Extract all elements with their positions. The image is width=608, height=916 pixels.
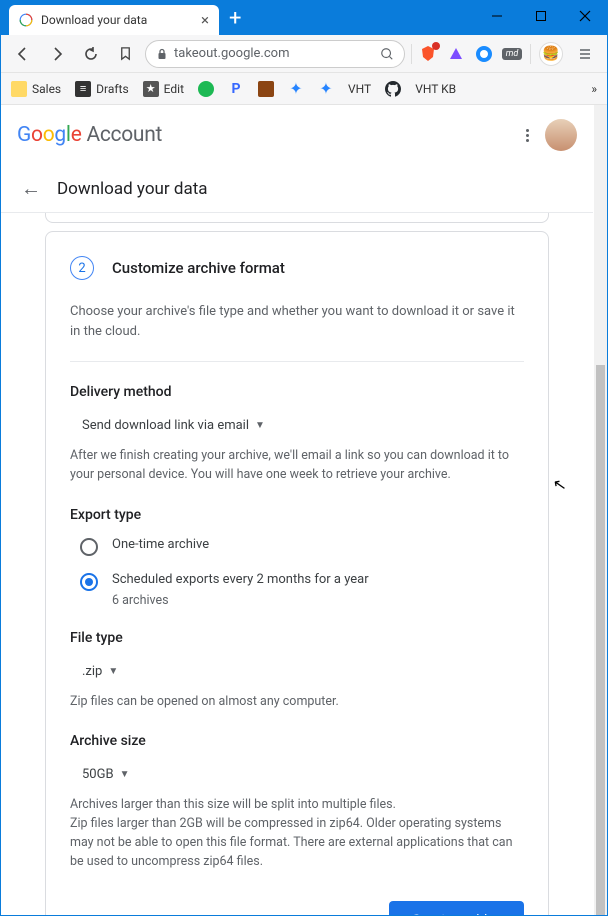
filetype-dropdown[interactable]: .zip ▼ <box>70 660 120 683</box>
header-menu-icon[interactable] <box>526 129 529 142</box>
previous-card-edge <box>45 213 549 223</box>
extension-triangle-icon[interactable] <box>446 44 466 64</box>
back-arrow-icon[interactable]: ← <box>21 176 41 201</box>
browser-menu-button[interactable] <box>571 40 599 68</box>
google-favicon <box>19 13 33 27</box>
delivery-help: After we finish creating your archive, w… <box>70 447 524 485</box>
close-window-button[interactable] <box>563 1 607 31</box>
create-archive-button[interactable]: Create archive <box>389 901 524 915</box>
radio-one-time[interactable]: One-time archive <box>80 537 524 556</box>
zoom-icon[interactable] <box>380 47 394 61</box>
bookmark-drafts[interactable]: ≡Drafts <box>75 81 129 97</box>
card-description: Choose your archive's file type and whet… <box>70 302 524 362</box>
bookmark-github[interactable] <box>385 81 401 97</box>
delivery-section: Delivery method Send download link via e… <box>70 384 524 485</box>
address-bar[interactable]: takeout.google.com <box>145 40 405 68</box>
bookmark-spotify[interactable] <box>198 81 214 97</box>
scrollbar-track[interactable] <box>594 105 607 915</box>
google-header: Google Account <box>1 105 593 165</box>
bookmark-sales[interactable]: Sales <box>11 81 61 97</box>
new-tab-button[interactable]: + <box>219 4 251 33</box>
delivery-label: Delivery method <box>70 384 524 400</box>
size-help: Archives larger than this size will be s… <box>70 796 524 871</box>
url-text: takeout.google.com <box>174 46 374 61</box>
bookmark-overflow[interactable]: » <box>591 82 597 96</box>
size-section: Archive size 50GB ▼ Archives larger than… <box>70 733 524 871</box>
bookmark-confluence2[interactable]: ✦ <box>318 81 334 97</box>
close-tab-icon[interactable]: × <box>201 11 209 29</box>
size-dropdown[interactable]: 50GB ▼ <box>70 763 131 786</box>
chevron-down-icon: ▼ <box>108 666 118 677</box>
filetype-label: File type <box>70 630 524 646</box>
export-label: Export type <box>70 507 524 523</box>
scrollbar-thumb[interactable] <box>596 365 605 915</box>
bookmark-icon[interactable] <box>111 40 139 68</box>
chevron-down-icon: ▼ <box>120 769 130 780</box>
delivery-dropdown[interactable]: Send download link via email ▼ <box>70 414 267 437</box>
tab-title: Download your data <box>41 13 147 27</box>
step-number: 2 <box>70 256 94 280</box>
reload-button[interactable] <box>77 40 105 68</box>
filetype-help: Zip files can be opened on almost any co… <box>70 693 524 712</box>
radio-icon-selected <box>80 573 98 591</box>
extension-1password-icon[interactable] <box>474 44 494 64</box>
bookmark-edit[interactable]: ★Edit <box>143 81 184 97</box>
window-titlebar: Download your data × + <box>1 1 607 35</box>
bookmark-bar: Sales ≡Drafts ★Edit P ✦ ✦ VHT VHT KB » <box>1 73 607 105</box>
chevron-down-icon: ▼ <box>255 420 265 431</box>
radio-icon <box>80 538 98 556</box>
google-account-logo[interactable]: Google Account <box>17 123 162 147</box>
browser-tab[interactable]: Download your data × <box>9 5 219 35</box>
size-label: Archive size <box>70 733 524 749</box>
bookmark-confluence[interactable]: ✦ <box>288 81 304 97</box>
browser-toolbar: takeout.google.com md 🍔 <box>1 35 607 73</box>
bookmark-pandora[interactable]: P <box>228 81 244 97</box>
page-content: Google Account ← Download your data 2 Cu… <box>1 105 593 915</box>
filetype-section: File type .zip ▼ Zip files can be opened… <box>70 630 524 712</box>
extension-md-icon[interactable]: md <box>502 44 522 64</box>
sub-header: ← Download your data <box>1 165 593 213</box>
minimize-button[interactable] <box>475 1 519 31</box>
export-section: Export type One-time archive Scheduled e… <box>70 507 524 608</box>
brave-shield-icon[interactable] <box>418 44 438 64</box>
nav-back-button[interactable] <box>9 40 37 68</box>
radio-scheduled[interactable]: Scheduled exports every 2 months for a y… <box>80 572 524 608</box>
lock-icon <box>156 48 168 60</box>
bookmark-app1[interactable] <box>258 81 274 97</box>
bookmark-vhtkb[interactable]: VHT KB <box>415 82 456 96</box>
page-title: Download your data <box>57 179 208 199</box>
nav-forward-button[interactable] <box>43 40 71 68</box>
archive-format-card: 2 Customize archive format Choose your a… <box>45 231 549 915</box>
profile-avatar-small[interactable]: 🍔 <box>539 42 563 66</box>
card-title: Customize archive format <box>112 259 285 277</box>
maximize-button[interactable] <box>519 1 563 31</box>
profile-picture[interactable] <box>545 119 577 151</box>
bookmark-vht[interactable]: VHT <box>348 82 371 96</box>
